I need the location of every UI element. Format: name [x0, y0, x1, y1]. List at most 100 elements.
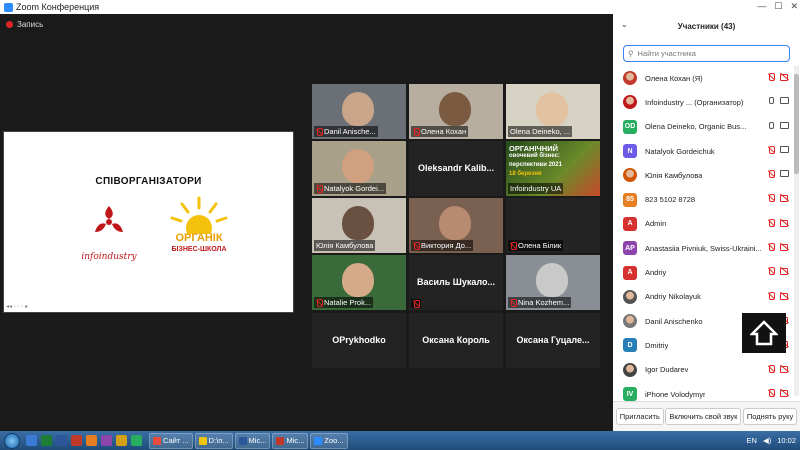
tile-caption: Natalie Prok... [314, 297, 374, 308]
participant-name: Natalyok Gordeichuk [645, 146, 715, 156]
unmute-self-button[interactable]: Включить свой звук [665, 408, 742, 425]
participant-row[interactable]: Infoindustry ... (Организатор) [613, 90, 793, 114]
taskbar-button-label: Mic... [248, 436, 267, 445]
folder-icon[interactable] [116, 435, 127, 446]
participant-name-large: Оксана Король [422, 335, 490, 345]
participant-row[interactable]: N Natalyok Gordeichuk [613, 139, 793, 163]
video-tile[interactable]: Василь Шукало... [409, 255, 503, 310]
participant-row[interactable]: OD Olena Deineko, Organic Bus... [613, 115, 793, 139]
panel-header: ⌄ Участники (43) [613, 14, 800, 38]
video-tile[interactable]: Danil Anische... [312, 84, 406, 139]
search-placeholder: Найти участника [637, 49, 696, 58]
video-tile[interactable]: Оксана Гуцале... [506, 313, 600, 368]
floating-home-overlay[interactable] [742, 313, 786, 353]
participant-row[interactable]: AP Anastasiia Pivniuk, Swiss-Ukraini... [613, 236, 793, 260]
camera-off-icon [780, 73, 789, 81]
participant-face [342, 149, 374, 183]
scrollbar-thumb[interactable] [794, 74, 799, 174]
mic-muted-icon [413, 242, 420, 250]
taskbar-window-button[interactable]: D:\п... [194, 432, 233, 449]
windows-taskbar: Сайт ... D:\п... Mic... Mic... Zoo... EN ◀) … [0, 431, 800, 450]
avatar: N [623, 144, 637, 159]
mic-muted-icon [768, 145, 775, 154]
video-tile[interactable]: Oleksandr Kalib... [409, 141, 503, 196]
video-tile[interactable]: Оксана Король [409, 313, 503, 368]
raise-hand-button[interactable]: Поднять руку [742, 408, 798, 425]
start-button[interactable] [0, 431, 24, 450]
avatar [623, 71, 637, 86]
participant-name-large: Оксана Гуцале... [516, 335, 590, 345]
opera-icon[interactable] [71, 435, 82, 446]
participant-search-input[interactable]: ⚲ Найти участника [623, 45, 790, 62]
participant-list: Олена Кохан (Я) Infoindustry ... (Организ… [613, 66, 793, 406]
video-tile[interactable]: Олена Кохан [409, 84, 503, 139]
taskbar-window-button[interactable]: Mic... [272, 432, 309, 449]
tile-caption [411, 299, 421, 308]
volume-icon[interactable]: ◀) [763, 436, 771, 445]
slide-toolbar[interactable]: ◂◂ ◦ ◦ ◦ ▸ [6, 303, 28, 310]
participant-face [342, 92, 374, 126]
tile-participant-name: Юлія Камбулова [316, 241, 374, 250]
chevron-down-icon[interactable]: ⌄ [621, 20, 628, 29]
avatar: A [623, 216, 637, 231]
video-tile[interactable]: Олена Білик [506, 198, 600, 253]
app-icon [314, 436, 323, 445]
panel-footer: Пригласить Включить свой звук Поднять ру… [613, 401, 800, 431]
participant-row[interactable]: Andriy Nikolayuk [613, 285, 793, 309]
participant-row[interactable]: A Andriy [613, 260, 793, 284]
avatar [623, 168, 637, 183]
participant-row[interactable]: A Admin [613, 212, 793, 236]
camera-off-icon [780, 389, 789, 397]
taskbar-window-button[interactable]: Mic... [234, 432, 271, 449]
word-icon[interactable] [56, 435, 67, 446]
clock[interactable]: 10:02 [777, 436, 796, 445]
avatar: IV [623, 387, 637, 401]
participant-status-icons [769, 97, 789, 105]
video-tile[interactable]: Юлія Камбулова [312, 198, 406, 253]
firefox-icon[interactable] [86, 435, 97, 446]
mic-muted-icon [510, 242, 517, 250]
avatar [623, 95, 637, 110]
avatar [623, 362, 637, 377]
taskbar-window-button[interactable]: Zoo... [310, 432, 348, 449]
recording-label: Запись [17, 20, 44, 29]
participant-status-icons [769, 121, 789, 129]
participant-row[interactable]: 85 823 5102 8728 [613, 187, 793, 211]
video-tile[interactable]: Виктория До... [409, 198, 503, 253]
participant-face [536, 263, 568, 297]
mic-muted-icon [510, 299, 517, 307]
participant-name: Admin [645, 219, 667, 229]
app-icon [198, 436, 207, 445]
quicklaunch-icon[interactable] [26, 435, 37, 446]
language-indicator[interactable]: EN [747, 436, 757, 445]
taskbar-window-button[interactable]: Сайт ... [149, 432, 193, 449]
viber-icon[interactable] [101, 435, 112, 446]
poster-line: перспективи 2021 [509, 162, 562, 168]
participant-row[interactable]: Олена Кохан (Я) [613, 66, 793, 90]
infoindustry-logo: infoindustry [74, 202, 144, 262]
video-tile[interactable]: Natalie Prok... [312, 255, 406, 310]
invite-button[interactable]: Пригласить [615, 408, 664, 425]
tile-caption: Олена Білик [508, 240, 564, 251]
participant-name: Danil Anischenko [645, 316, 703, 326]
video-tile[interactable]: ОРГАНІЧНИЙ овочевий бізнес: перспективи 20… [506, 141, 600, 196]
video-tile[interactable]: Nina Kozhem... [506, 255, 600, 310]
camera-icon [780, 170, 789, 178]
video-tile[interactable]: Natalyok Gordei... [312, 141, 406, 196]
participant-face [342, 206, 374, 240]
video-tile[interactable]: Olena Deineko, ... [506, 84, 600, 139]
video-tile[interactable]: OPrykhodko [312, 313, 406, 368]
tile-participant-name: Natalie Prok... [324, 298, 372, 307]
avatar: A [623, 265, 637, 280]
participant-list-scrollbar[interactable] [794, 66, 799, 396]
minimize-button[interactable]: — [757, 1, 766, 12]
excel-icon[interactable] [41, 435, 52, 446]
participant-row[interactable]: Igor Dudarev [613, 358, 793, 382]
mic-muted-icon [768, 73, 775, 81]
maximize-button[interactable]: ☐ [774, 1, 782, 12]
chrome-icon[interactable] [131, 435, 142, 446]
close-button[interactable]: ✕ [790, 1, 798, 12]
participant-row[interactable]: Юлія Камбулова [613, 163, 793, 187]
recording-indicator[interactable]: Запись [6, 20, 43, 29]
tile-participant-name: Олена Білик [518, 241, 562, 250]
